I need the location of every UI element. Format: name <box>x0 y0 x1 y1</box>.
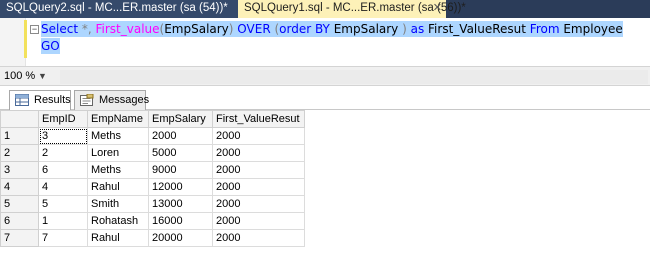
grid-cell[interactable]: 2000 <box>148 127 213 145</box>
column-header[interactable]: EmpSalary <box>148 110 213 128</box>
select-star: *, <box>78 22 96 36</box>
grid-cell[interactable]: 2000 <box>212 195 305 213</box>
messages-icon <box>80 94 94 106</box>
query-editor[interactable]: − Select *, First_value(EmpSalary) OVER … <box>0 18 650 66</box>
code-line-1[interactable]: Select *, First_value(EmpSalary) OVER (o… <box>41 21 623 37</box>
keyword-over: OVER <box>233 22 275 36</box>
grid-cell[interactable]: Meths <box>87 161 149 179</box>
row-number[interactable]: 6 <box>0 212 39 230</box>
row-number[interactable]: 2 <box>0 144 39 162</box>
row-number[interactable]: 3 <box>0 161 39 179</box>
grid-corner[interactable] <box>0 110 39 128</box>
grid-cell[interactable]: 20000 <box>148 229 213 247</box>
grid-cell[interactable]: 5000 <box>148 144 213 162</box>
keyword-from: From <box>525 22 564 36</box>
keyword-select: Select <box>41 22 79 36</box>
grid-cell[interactable]: 6 <box>38 161 88 179</box>
column-empsalary: EmpSalary <box>329 22 403 36</box>
grid-cell[interactable]: Rahul <box>87 229 149 247</box>
grid-cell[interactable]: 2000 <box>212 212 305 230</box>
grid-cell[interactable]: Meths <box>87 127 149 145</box>
grid-cell[interactable]: Rohatash <box>87 212 149 230</box>
tab-label: SQLQuery2.sql - MC...ER.master (sa (54))… <box>6 2 228 14</box>
grid-cell[interactable]: 16000 <box>148 212 213 230</box>
table-row[interactable]: 1 3 Meths 2000 2000 <box>0 127 305 145</box>
tab-messages[interactable]: Messages <box>74 90 150 110</box>
grid-cell[interactable]: Smith <box>87 195 149 213</box>
tab-label: Messages <box>99 94 150 106</box>
grid-cell[interactable]: Rahul <box>87 178 149 196</box>
table-row[interactable]: 2 2 Loren 5000 2000 <box>0 144 305 162</box>
grid-cell[interactable]: 9000 <box>148 161 213 179</box>
results-grid-area: EmpID EmpName EmpSalary First_ValueResut… <box>0 110 650 256</box>
table-row[interactable]: 3 6 Meths 9000 2000 <box>0 161 305 179</box>
row-number[interactable]: 7 <box>0 229 39 247</box>
editor-status-bar: 100 % ▼ <box>0 66 650 86</box>
grid-cell[interactable]: 13000 <box>148 195 213 213</box>
tab-label: Results <box>34 94 71 106</box>
grid-cell[interactable]: 2000 <box>212 161 305 179</box>
tab-sqlquery1[interactable]: SQLQuery1.sql - MC...ER.master (sa (56))… <box>238 0 466 18</box>
zoom-level[interactable]: 100 % <box>4 69 35 85</box>
chevron-down-icon[interactable]: ▼ <box>38 69 47 83</box>
grid-cell[interactable]: Loren <box>87 144 149 162</box>
editor-margin <box>0 18 26 66</box>
table-row[interactable]: 6 1 Rohatash 16000 2000 <box>0 212 305 230</box>
row-number[interactable]: 5 <box>0 195 39 213</box>
collapse-icon[interactable]: − <box>30 25 39 34</box>
keyword-order-by: order BY <box>279 22 330 36</box>
function-first-value: First_value <box>95 22 160 36</box>
keyword-as: as <box>406 22 429 36</box>
grid-cell[interactable]: 1 <box>38 212 88 230</box>
close-icon[interactable]: ✕ <box>433 0 442 17</box>
grid-cell[interactable]: 7 <box>38 229 88 247</box>
grid-icon <box>15 94 29 106</box>
column-header[interactable]: EmpID <box>38 110 88 128</box>
column-empsalary: EmpSalary <box>164 22 229 36</box>
grid-cell[interactable]: 2 <box>38 144 88 162</box>
grid-cell[interactable]: 12000 <box>148 178 213 196</box>
table-row[interactable]: 4 4 Rahul 12000 2000 <box>0 178 305 196</box>
change-tracking-bar <box>24 20 27 58</box>
horizontal-scrollbar[interactable] <box>60 70 648 84</box>
row-number[interactable]: 4 <box>0 178 39 196</box>
grid-cell[interactable]: 2000 <box>212 127 305 145</box>
grid-cell[interactable]: 5 <box>38 195 88 213</box>
table-row[interactable]: 5 5 Smith 13000 2000 <box>0 195 305 213</box>
tab-sqlquery2[interactable]: SQLQuery2.sql - MC...ER.master (sa (54))… <box>0 0 238 18</box>
code-line-2[interactable]: GO <box>41 38 60 54</box>
tab-results[interactable]: Results <box>9 90 71 111</box>
results-grid: EmpID EmpName EmpSalary First_ValueResut… <box>0 110 305 247</box>
grid-cell[interactable]: 3 <box>38 127 88 145</box>
grid-cell[interactable]: 4 <box>38 178 88 196</box>
column-header[interactable]: EmpName <box>87 110 149 128</box>
results-tab-strip: Results Messages <box>0 86 650 111</box>
column-header[interactable]: First_ValueResut <box>212 110 305 128</box>
grid-header-row: EmpID EmpName EmpSalary First_ValueResut <box>0 110 305 128</box>
column-alias: First_ValueResut <box>428 22 526 36</box>
table-row[interactable]: 7 7 Rahul 20000 2000 <box>0 229 305 247</box>
row-number[interactable]: 1 <box>0 127 39 145</box>
table-name: Employee <box>563 22 623 36</box>
document-tab-strip: SQLQuery2.sql - MC...ER.master (sa (54))… <box>0 0 650 18</box>
grid-cell[interactable]: 2000 <box>212 144 305 162</box>
grid-cell[interactable]: 2000 <box>212 178 305 196</box>
grid-cell[interactable]: 2000 <box>212 229 305 247</box>
